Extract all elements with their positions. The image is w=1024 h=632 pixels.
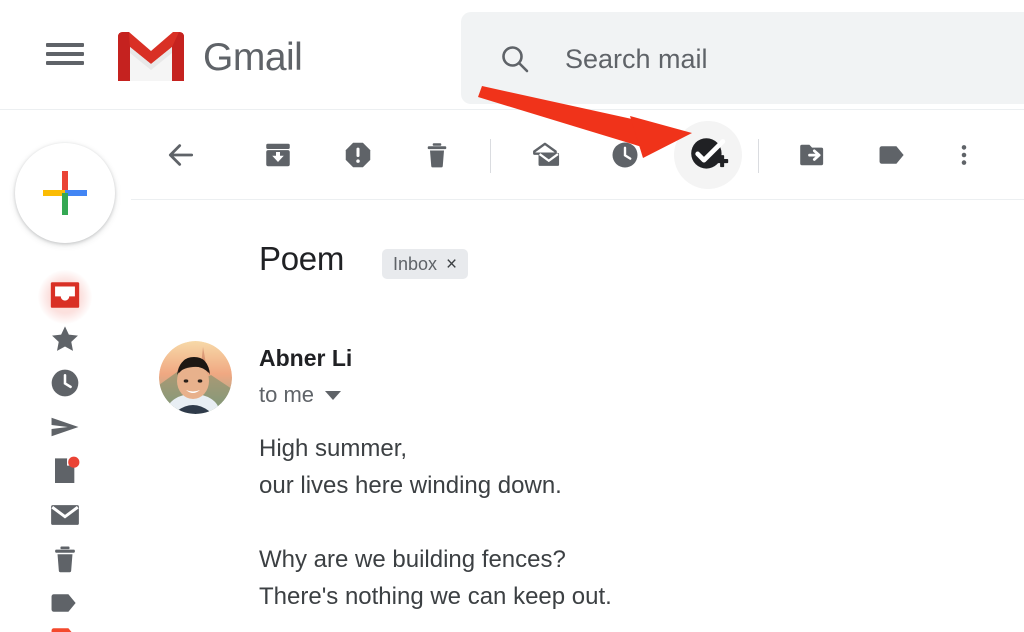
label-tag-icon <box>51 628 72 632</box>
labels-button[interactable] <box>868 130 918 180</box>
sidebar-item-starred[interactable] <box>41 317 89 361</box>
app-header: Gmail <box>0 0 1024 110</box>
report-spam-icon <box>345 142 371 168</box>
snooze-button[interactable] <box>600 130 650 180</box>
clock-icon <box>51 369 79 397</box>
toolbar-divider <box>758 139 759 173</box>
search-input[interactable] <box>565 41 995 77</box>
recipient-details-toggle[interactable]: to me <box>259 382 342 408</box>
recipient-label: to me <box>259 382 315 407</box>
delete-button[interactable] <box>412 130 462 180</box>
sidebar-item-drafts[interactable] <box>41 449 89 493</box>
archive-button[interactable] <box>253 130 303 180</box>
body-line: There's nothing we can keep out. <box>259 583 612 610</box>
sidebar-rail <box>0 110 131 632</box>
move-to-button[interactable] <box>788 130 838 180</box>
sidebar-item-sent[interactable] <box>41 405 89 449</box>
hamburger-menu-icon[interactable] <box>46 40 84 68</box>
trash-icon <box>55 546 75 573</box>
add-to-tasks-check-icon <box>691 138 729 169</box>
sidebar-item-snoozed[interactable] <box>41 361 89 405</box>
sidebar-item-trash[interactable] <box>41 537 89 581</box>
close-icon[interactable]: × <box>446 255 457 274</box>
sender-name: Abner Li <box>259 345 353 371</box>
sidebar-item-all-mail[interactable] <box>41 493 89 537</box>
back-to-inbox-button[interactable] <box>156 130 206 180</box>
label-tag-icon <box>879 146 904 164</box>
more-vertical-icon <box>961 145 967 165</box>
report-spam-button[interactable] <box>333 130 383 180</box>
label-chip-text: Inbox <box>393 253 438 274</box>
move-to-folder-icon <box>800 144 824 166</box>
message-body: High summer, our lives here winding down… <box>259 430 959 615</box>
body-line: Why are we building fences? <box>259 546 566 573</box>
envelope-icon <box>51 505 79 525</box>
hamburger-line <box>46 52 84 56</box>
archive-icon <box>266 143 290 167</box>
body-line: High summer, <box>259 435 408 462</box>
search-bar[interactable] <box>461 12 1024 104</box>
hamburger-line <box>46 43 84 47</box>
gmail-logo-icon[interactable] <box>117 31 185 83</box>
more-options-button[interactable] <box>939 130 989 180</box>
sidebar-item-label-red[interactable] <box>41 615 89 632</box>
mark-unread-button[interactable] <box>521 130 571 180</box>
page-title: Gmail <box>203 36 303 79</box>
send-paper-plane-icon <box>51 417 79 437</box>
compose-button[interactable] <box>15 143 115 243</box>
body-blank-line <box>259 504 959 541</box>
add-to-tasks-button[interactable] <box>674 121 742 189</box>
back-arrow-icon <box>168 144 194 166</box>
gmail-app-window: Gmail Search mail Poem Inbox × Abner Li … <box>0 0 1024 632</box>
clock-icon <box>612 142 638 168</box>
inbox-icon <box>50 282 80 308</box>
chevron-down-icon[interactable] <box>325 390 342 400</box>
search-icon <box>500 44 530 74</box>
mark-unread-envelope-icon <box>533 142 560 166</box>
body-line: our lives here winding down. <box>259 472 562 499</box>
message-toolbar <box>131 110 1024 200</box>
trash-icon <box>427 143 447 168</box>
toolbar-divider <box>490 139 491 173</box>
drafts-document-icon <box>55 456 80 483</box>
sidebar-item-inbox[interactable] <box>41 273 89 317</box>
label-chip-inbox: Inbox × <box>382 249 469 279</box>
avatar[interactable] <box>159 341 232 414</box>
hamburger-line <box>46 61 84 65</box>
message-subject: Poem <box>259 240 345 277</box>
star-icon <box>52 326 78 351</box>
